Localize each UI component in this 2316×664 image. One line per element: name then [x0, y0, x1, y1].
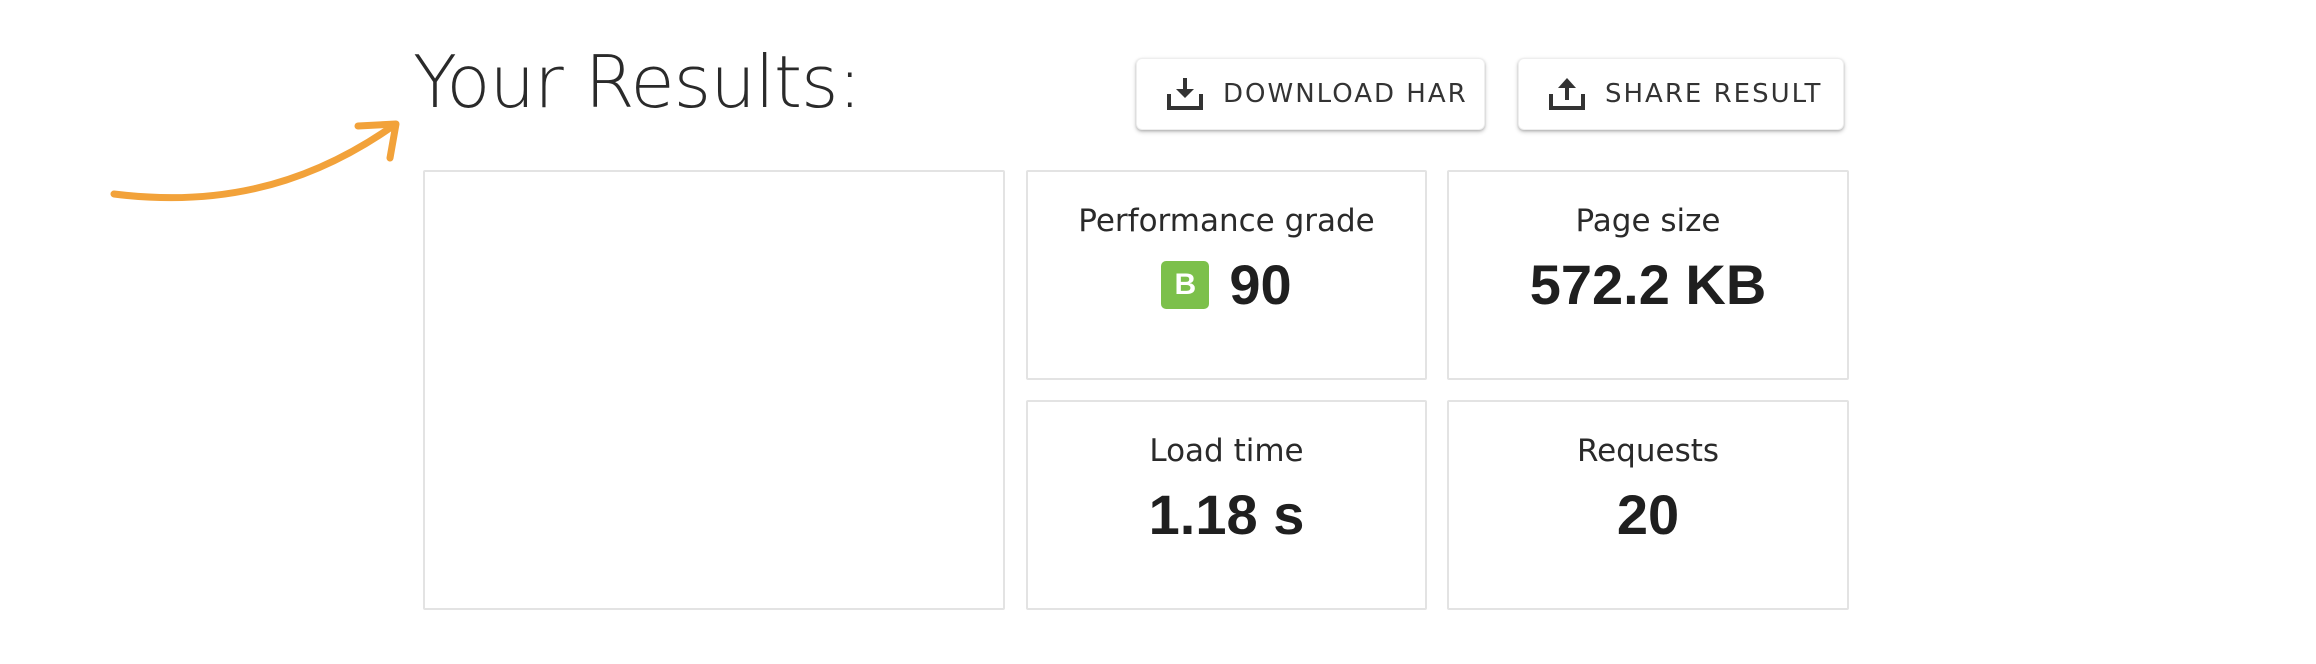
page-preview-panel — [423, 170, 1005, 610]
download-har-button[interactable]: DOWNLOAD HAR — [1136, 58, 1485, 130]
download-har-label: DOWNLOAD HAR — [1223, 79, 1468, 109]
page-size-card: Page size 572.2 KB — [1447, 170, 1849, 380]
share-result-button[interactable]: SHARE RESULT — [1518, 58, 1844, 130]
share-icon — [1549, 78, 1585, 110]
requests-label: Requests — [1576, 433, 1720, 469]
performance-grade-card: Performance grade B 90 — [1026, 170, 1427, 380]
page-size-label: Page size — [1575, 203, 1721, 239]
grade-badge: B — [1161, 261, 1210, 309]
requests-row: 20 — [1617, 480, 1679, 550]
performance-grade-row: B 90 — [1161, 250, 1292, 320]
requests-value: 20 — [1616, 483, 1680, 546]
page-title: Your Results: — [413, 40, 862, 124]
page-size-row: 572.2 KB — [1530, 250, 1767, 320]
download-icon — [1167, 78, 1203, 110]
performance-grade-value: 90 — [1229, 253, 1292, 316]
performance-grade-label: Performance grade — [1078, 203, 1375, 239]
load-time-value: 1.18 s — [1148, 483, 1305, 546]
share-result-label: SHARE RESULT — [1605, 79, 1823, 109]
requests-card: Requests 20 — [1447, 400, 1849, 610]
load-time-card: Load time 1.18 s — [1026, 400, 1427, 610]
curved-arrow-icon — [110, 120, 400, 202]
load-time-label: Load time — [1149, 433, 1304, 469]
load-time-row: 1.18 s — [1149, 480, 1305, 550]
page-size-value: 572.2 KB — [1529, 253, 1767, 316]
